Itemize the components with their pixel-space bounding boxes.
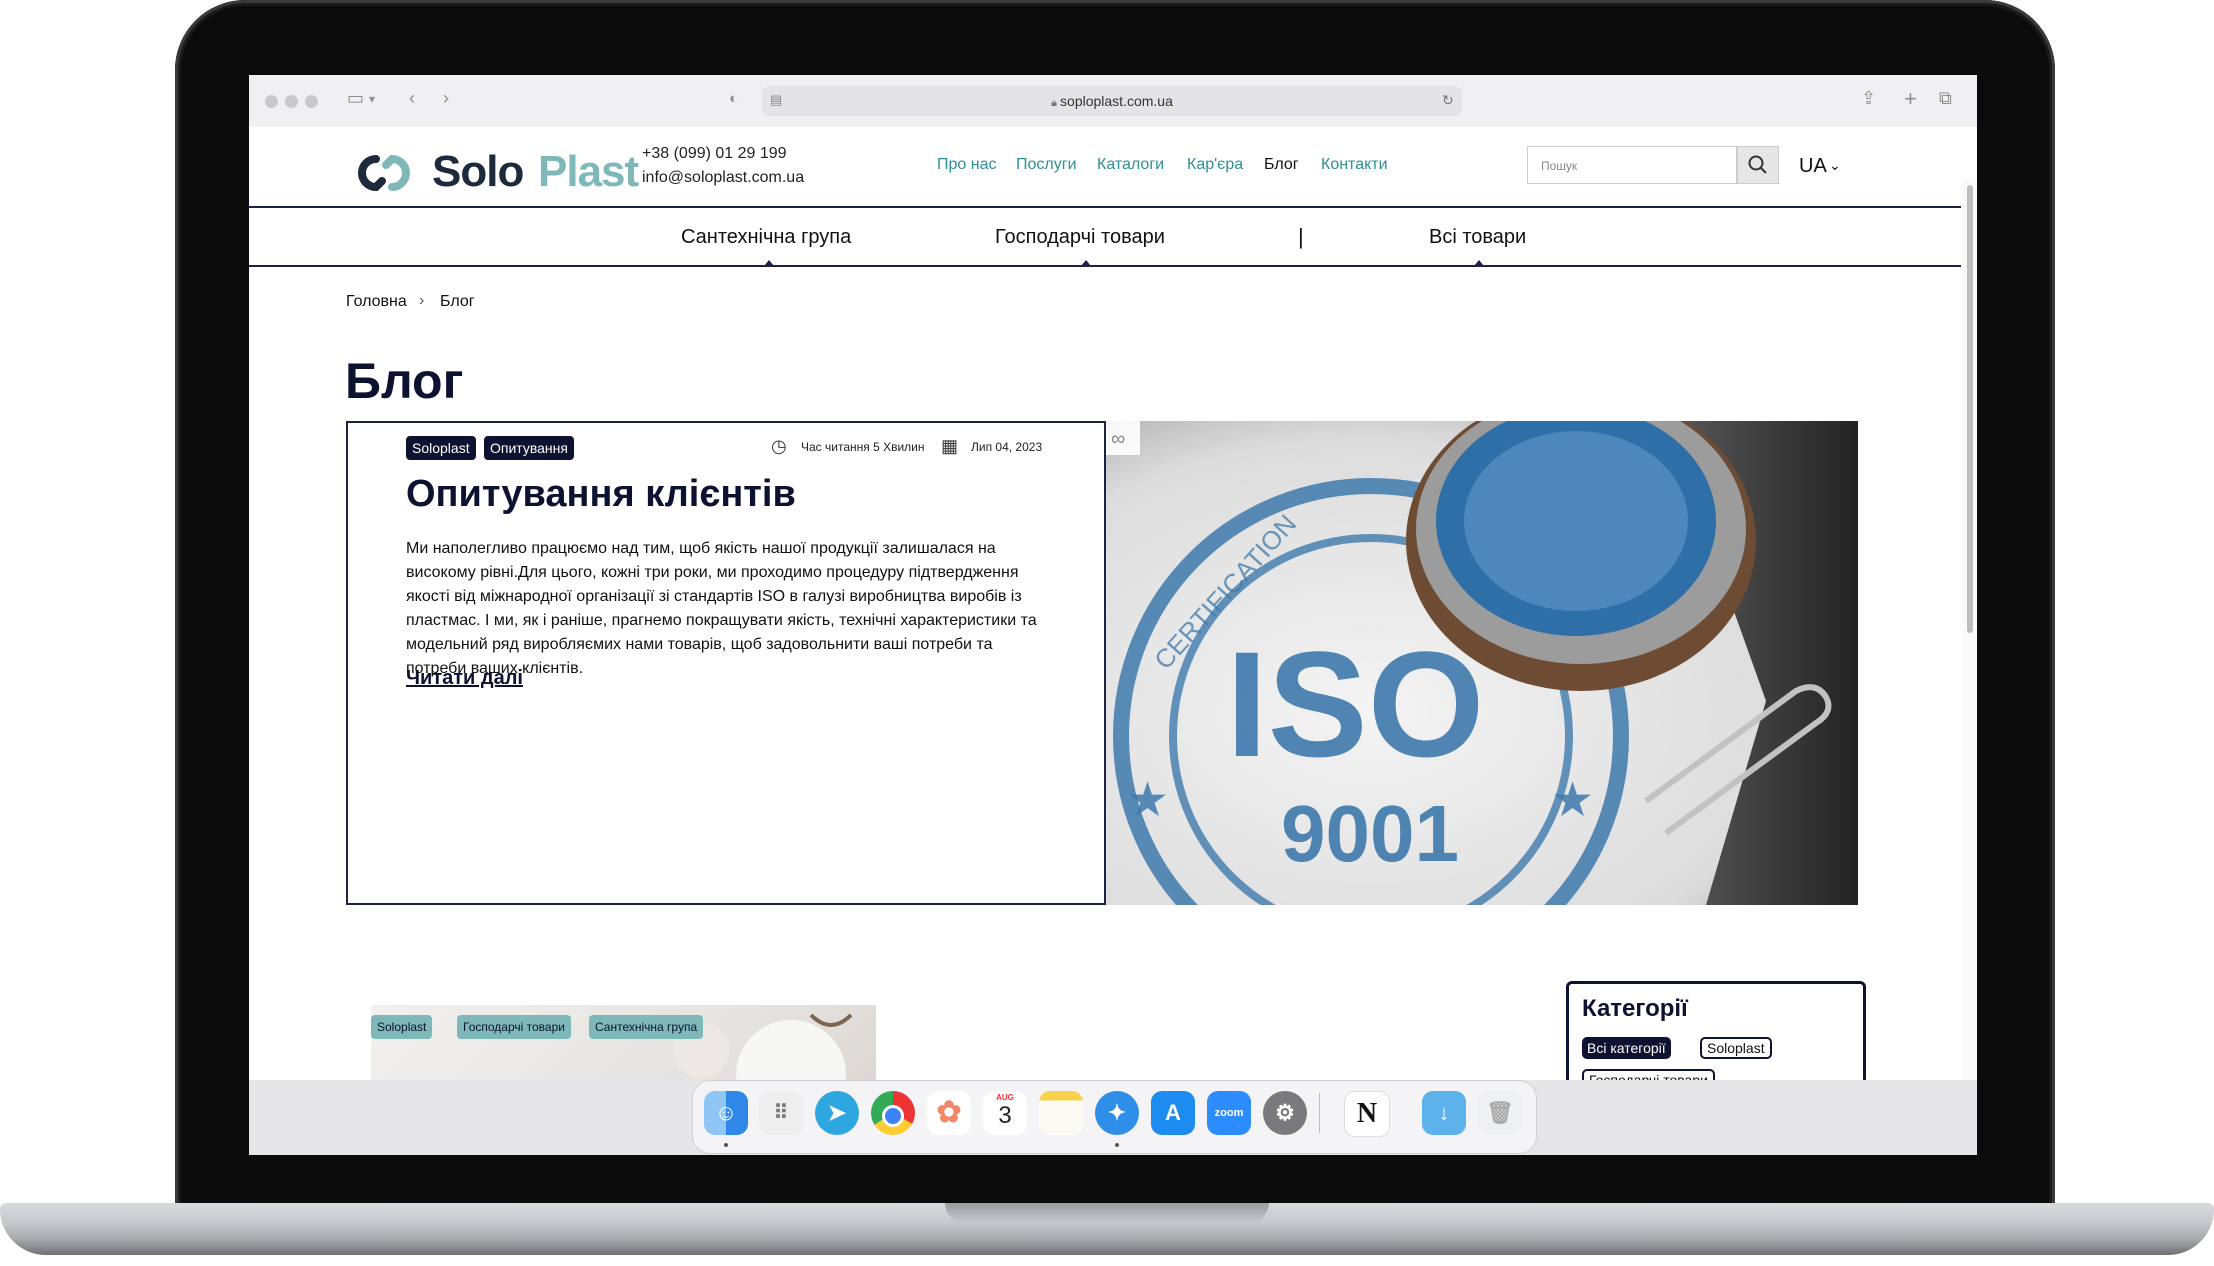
nav-contacts[interactable]: Контакти <box>1321 156 1388 174</box>
url: soploplast.com.ua <box>1060 93 1173 109</box>
featured-post-image[interactable]: ISO 9001 CERTIFICATION ★ ★ ∞ <box>1106 421 1858 905</box>
category-all[interactable]: Всі товари <box>1429 226 1526 249</box>
post-title[interactable]: Опитування клієнтів <box>406 473 796 516</box>
logo-text-solo[interactable]: Solo <box>432 147 524 197</box>
post-date: Лип 04, 2023 <box>971 440 1043 454</box>
notion-icon[interactable]: N <box>1344 1091 1390 1137</box>
web-page: Solo Plast +38 (099) 01 29 199 info@solo… <box>249 127 1977 1155</box>
star-icon: ★ <box>1126 774 1169 827</box>
tag-survey[interactable]: Опитування <box>484 436 574 460</box>
search-placeholder: Пошук <box>1541 159 1578 173</box>
logo-mark-icon[interactable] <box>346 149 422 197</box>
chrome-icon[interactable] <box>871 1091 915 1135</box>
minimize-window-button[interactable] <box>285 95 298 108</box>
page-title: Блог <box>345 353 464 409</box>
language-select[interactable]: UA <box>1799 155 1827 178</box>
nav-about[interactable]: Про нас <box>937 156 996 174</box>
category-separator: | <box>1298 224 1304 249</box>
browser-toolbar: ▭ ▾ ‹ › ◐ ▤ 🔒︎ soploplast.com.ua ↻ ⇪ + ⧉ <box>249 75 1977 128</box>
screen: ▭ ▾ ‹ › ◐ ▤ 🔒︎ soploplast.com.ua ↻ ⇪ + ⧉… <box>249 75 1977 1155</box>
header-divider <box>249 206 1961 208</box>
tag-soloplast[interactable]: Soloplast <box>406 436 476 460</box>
new-tab-icon[interactable]: + <box>1904 86 1917 112</box>
nav-services[interactable]: Послуги <box>1016 156 1077 174</box>
app-store-icon[interactable]: A <box>1151 1091 1195 1135</box>
nav-blog[interactable]: Блог <box>1264 156 1299 174</box>
zoom-icon[interactable]: zoom <box>1207 1091 1251 1135</box>
post-excerpt: Ми наполегливо працюємо над тим, щоб які… <box>406 540 1037 677</box>
clock-icon: ◷ <box>771 436 787 456</box>
lock-icon: 🔒︎ <box>1051 97 1061 109</box>
tab-overview-icon[interactable]: ⧉ <box>1939 88 1952 109</box>
tag-plumbing[interactable]: Сантехнічна група <box>589 1015 704 1039</box>
phone-link[interactable]: +38 (099) 01 29 199 <box>642 145 787 163</box>
categories-title: Категорії <box>1582 995 1688 1022</box>
search-icon <box>1748 155 1767 174</box>
breadcrumb-chevron-icon: › <box>419 292 425 309</box>
calendar-day: 3 <box>998 1102 1012 1129</box>
calendar-icon: ▦ <box>941 436 959 456</box>
finder-icon[interactable]: ☺ <box>704 1091 748 1135</box>
close-window-button[interactable] <box>265 95 278 108</box>
category-bar-divider <box>249 265 1961 267</box>
calendar-app-icon[interactable]: AUG 3 <box>983 1091 1027 1135</box>
dock-separator <box>1319 1093 1320 1133</box>
telegram-icon[interactable]: ➤ <box>815 1091 859 1135</box>
url-text: 🔒︎ soploplast.com.ua <box>762 93 1462 110</box>
tag-household[interactable]: Господарчі товари <box>457 1015 571 1039</box>
read-more-link[interactable]: Читати далі <box>406 667 523 690</box>
scrollbar-thumb[interactable] <box>1967 185 1973 633</box>
running-indicator <box>724 1143 728 1147</box>
tag-soloplast[interactable]: Soloplast <box>371 1015 433 1039</box>
downloads-folder-icon[interactable]: ↓ <box>1422 1091 1466 1135</box>
category-pill-soloplast[interactable]: Soloplast <box>1700 1037 1772 1059</box>
chevron-down-icon[interactable]: ▾ <box>369 92 375 106</box>
category-pill-all[interactable]: Всі категорії <box>1582 1037 1671 1059</box>
category-household[interactable]: Господарчі товари <box>995 226 1165 249</box>
star-icon: ★ <box>1551 774 1594 827</box>
laptop-notch <box>945 1203 1269 1223</box>
photos-icon[interactable]: ✿ <box>927 1091 971 1135</box>
safari-icon[interactable]: ✦ <box>1095 1091 1139 1135</box>
address-bar[interactable]: ▤ 🔒︎ soploplast.com.ua ↻ <box>762 86 1462 116</box>
nav-catalogs[interactable]: Каталоги <box>1097 156 1164 174</box>
zoom-window-button[interactable] <box>305 95 318 108</box>
breadcrumb-current: Блог <box>440 293 475 310</box>
back-icon[interactable]: ‹ <box>409 88 415 109</box>
iso-number: 9001 <box>1281 789 1459 878</box>
breadcrumb-home[interactable]: Головна <box>346 293 407 311</box>
notes-icon[interactable] <box>1039 1091 1083 1135</box>
read-time: Час читання 5 Хвилин <box>801 440 925 454</box>
sidebar-toggle-icon[interactable]: ▭ <box>347 88 364 109</box>
search-button[interactable] <box>1737 146 1779 184</box>
logo-text-plast[interactable]: Plast <box>538 147 639 197</box>
launchpad-icon[interactable]: ⠿ <box>759 1091 803 1135</box>
share-icon[interactable]: ⇪ <box>1861 88 1876 109</box>
system-settings-icon[interactable]: ⚙ <box>1263 1091 1307 1135</box>
email-link[interactable]: info@soloplast.com.ua <box>642 169 804 187</box>
category-plumbing[interactable]: Сантехнічна група <box>681 226 851 249</box>
iso-stamp-illustration: ISO 9001 CERTIFICATION ★ ★ ∞ <box>1106 421 1858 905</box>
privacy-shield-icon[interactable]: ◐ <box>729 90 738 107</box>
forward-icon[interactable]: › <box>443 88 449 109</box>
reload-icon[interactable]: ↻ <box>1442 92 1454 109</box>
logo-watermark-icon: ∞ <box>1111 428 1125 450</box>
running-indicator <box>1115 1143 1119 1147</box>
chevron-down-icon[interactable]: ⌄ <box>1829 157 1841 174</box>
trash-icon[interactable]: 🗑︎ <box>1478 1091 1522 1135</box>
iso-label: ISO <box>1226 620 1484 788</box>
nav-career[interactable]: Кар'єра <box>1187 156 1243 174</box>
calendar-month: AUG <box>996 1093 1014 1102</box>
